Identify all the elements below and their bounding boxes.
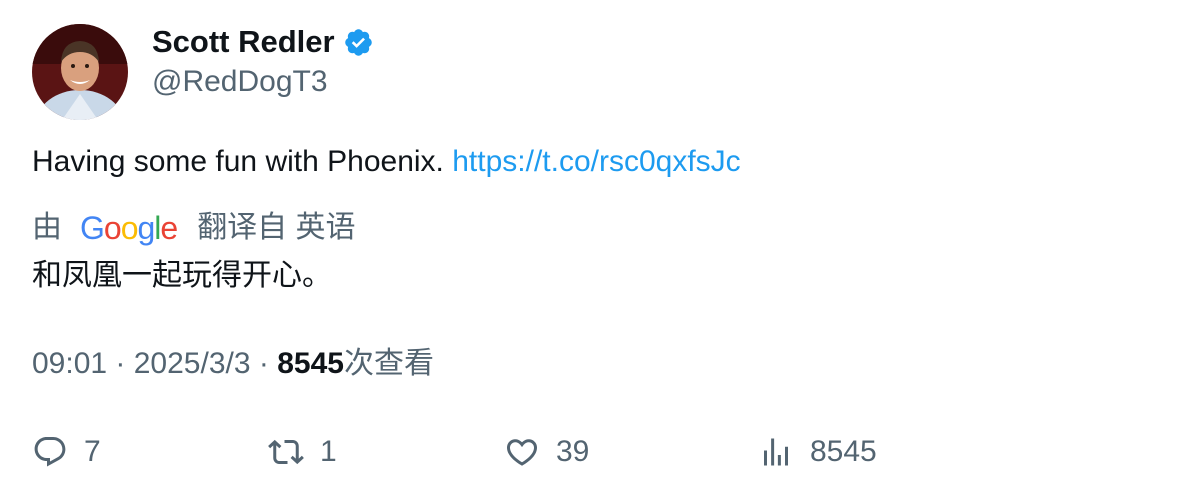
views-label: 次查看 bbox=[343, 347, 434, 380]
verified-badge-icon[interactable] bbox=[343, 27, 374, 58]
reply-count: 7 bbox=[84, 435, 101, 468]
views-button[interactable]: 8545 bbox=[758, 428, 877, 476]
avatar-image bbox=[32, 24, 128, 120]
translated-by-prefix: 由 bbox=[32, 211, 62, 244]
meta-separator: · bbox=[107, 347, 134, 380]
author-handle[interactable]: @RedDogT3 bbox=[152, 62, 328, 102]
translated-by-label[interactable]: 由 Google 翻译自 英语 bbox=[32, 206, 356, 250]
retweet-icon bbox=[268, 434, 304, 470]
views-action-count: 8545 bbox=[810, 435, 877, 468]
tweet-text: Having some fun with Phoenix. https://t.… bbox=[32, 140, 741, 184]
heart-icon bbox=[504, 434, 540, 470]
author-name-row[interactable]: Scott Redler bbox=[152, 22, 374, 62]
meta-separator: · bbox=[250, 347, 278, 380]
analytics-icon bbox=[758, 434, 794, 470]
author-display-name[interactable]: Scott Redler bbox=[152, 22, 335, 62]
retweet-count: 1 bbox=[320, 435, 337, 468]
translated-by-suffix: 翻译自 英语 bbox=[197, 211, 356, 244]
google-logo-icon: Google bbox=[80, 210, 178, 246]
tweet-date[interactable]: 2025/3/3 bbox=[134, 347, 251, 380]
reply-icon bbox=[32, 434, 68, 470]
retweet-button[interactable]: 1 bbox=[268, 428, 337, 476]
translated-text: 和凤凰一起玩得开心。 bbox=[32, 259, 332, 292]
tweet-time[interactable]: 09:01 bbox=[32, 347, 107, 380]
tweet-body: Having some fun with Phoenix. bbox=[32, 145, 453, 178]
reply-button[interactable]: 7 bbox=[32, 428, 101, 476]
tweet-meta: 09:01 · 2025/3/3 · 8545次查看 bbox=[32, 342, 434, 386]
avatar[interactable] bbox=[32, 24, 128, 120]
tweet-link[interactable]: https://t.co/rsc0qxfsJc bbox=[452, 145, 740, 178]
like-button[interactable]: 39 bbox=[504, 428, 589, 476]
like-count: 39 bbox=[556, 435, 590, 468]
views-count: 8545 bbox=[277, 347, 344, 380]
